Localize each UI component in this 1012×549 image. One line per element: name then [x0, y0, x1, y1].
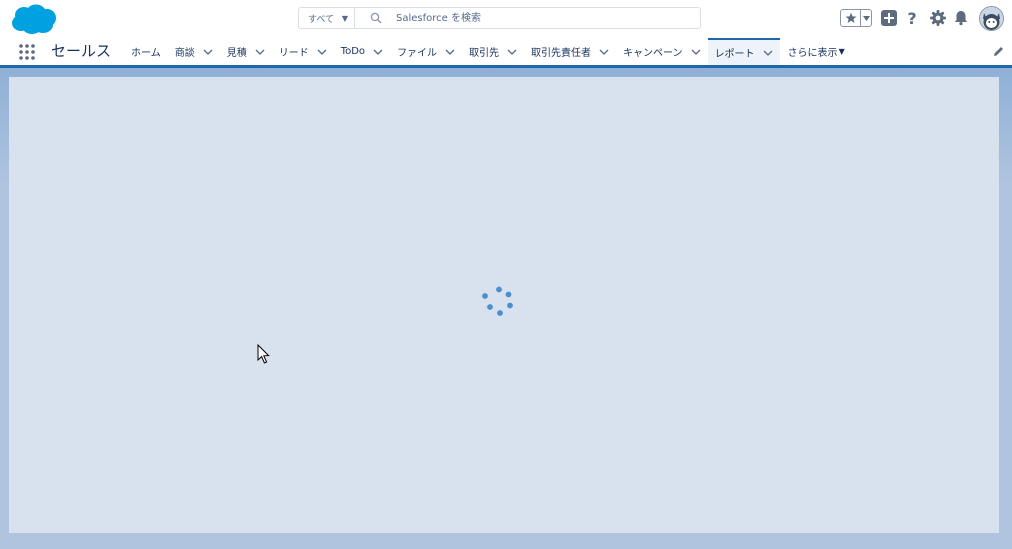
nav-item-label: ホーム	[131, 48, 161, 59]
notifications-bell-icon[interactable]	[952, 9, 970, 27]
nav-item-quotes[interactable]: 見積	[220, 38, 272, 65]
nav-item-todo[interactable]: ToDo	[334, 38, 390, 65]
chevron-down-icon[interactable]	[373, 47, 383, 57]
favorites-menu-chevron-icon[interactable]	[861, 10, 871, 26]
app-navigation-bar: セールス ホーム 商談 見積 リード ToDo ファイル 取引先 取引先責任者 …	[0, 38, 1012, 68]
global-actions-plus-icon[interactable]	[880, 9, 898, 27]
chevron-down-icon[interactable]	[763, 48, 773, 58]
nav-item-campaigns[interactable]: キャンペーン	[616, 38, 708, 65]
nav-item-label: ファイル	[397, 48, 438, 59]
app-launcher-icon[interactable]	[18, 43, 36, 61]
nav-item-label: レポート	[714, 49, 755, 60]
chevron-down-icon[interactable]	[507, 47, 517, 57]
mouse-cursor-icon	[257, 344, 270, 364]
favorites-star-icon[interactable]	[841, 10, 861, 26]
search-input[interactable]	[394, 11, 678, 25]
nav-item-opportunities[interactable]: 商談	[168, 38, 220, 65]
nav-item-files[interactable]: ファイル	[390, 38, 462, 65]
app-name: セールス	[51, 42, 112, 60]
nav-item-label: 商談	[174, 48, 195, 59]
nav-item-contacts[interactable]: 取引先責任者	[524, 38, 616, 65]
nav-more-menu[interactable]: さらに表示 ▼	[780, 38, 853, 65]
search-scope-select[interactable]: すべて ▼	[298, 7, 355, 29]
chevron-down-icon: ▼	[341, 13, 348, 23]
nav-item-home[interactable]: ホーム	[124, 38, 168, 65]
nav-item-label: 見積	[226, 48, 247, 59]
nav-item-label: 取引先責任者	[531, 48, 592, 59]
nav-item-label: 取引先	[469, 48, 500, 59]
chevron-down-icon[interactable]	[599, 47, 609, 57]
edit-nav-pencil-icon[interactable]	[993, 46, 1004, 57]
svg-text:?: ?	[907, 9, 916, 27]
caret-down-icon: ▼	[838, 47, 845, 56]
chevron-down-icon[interactable]	[445, 47, 455, 57]
nav-more-label: さらに表示	[787, 48, 838, 59]
nav-item-label: ToDo	[340, 46, 366, 57]
help-icon[interactable]: ?	[903, 9, 921, 27]
search-icon	[370, 12, 382, 24]
chevron-down-icon[interactable]	[317, 47, 327, 57]
nav-tabs: ホーム 商談 見積 リード ToDo ファイル 取引先 取引先責任者 キャンペー…	[124, 38, 853, 65]
setup-gear-icon[interactable]	[929, 9, 947, 27]
loading-spinner-icon	[482, 286, 513, 316]
nav-item-accounts[interactable]: 取引先	[462, 38, 524, 65]
chevron-down-icon[interactable]	[691, 47, 701, 57]
nav-item-label: キャンペーン	[623, 48, 683, 59]
favorites-button[interactable]	[840, 9, 872, 27]
search-scope-label: すべて	[308, 14, 335, 25]
nav-item-label: リード	[278, 48, 309, 59]
user-avatar[interactable]	[979, 6, 1004, 31]
salesforce-logo[interactable]	[11, 4, 56, 35]
chevron-down-icon[interactable]	[255, 47, 265, 57]
chevron-down-icon[interactable]	[203, 47, 213, 57]
global-header: すべて ▼ ?	[0, 0, 1012, 38]
nav-item-reports[interactable]: レポート	[707, 38, 780, 65]
nav-item-leads[interactable]: リード	[272, 38, 334, 65]
global-search-box[interactable]	[355, 7, 701, 29]
